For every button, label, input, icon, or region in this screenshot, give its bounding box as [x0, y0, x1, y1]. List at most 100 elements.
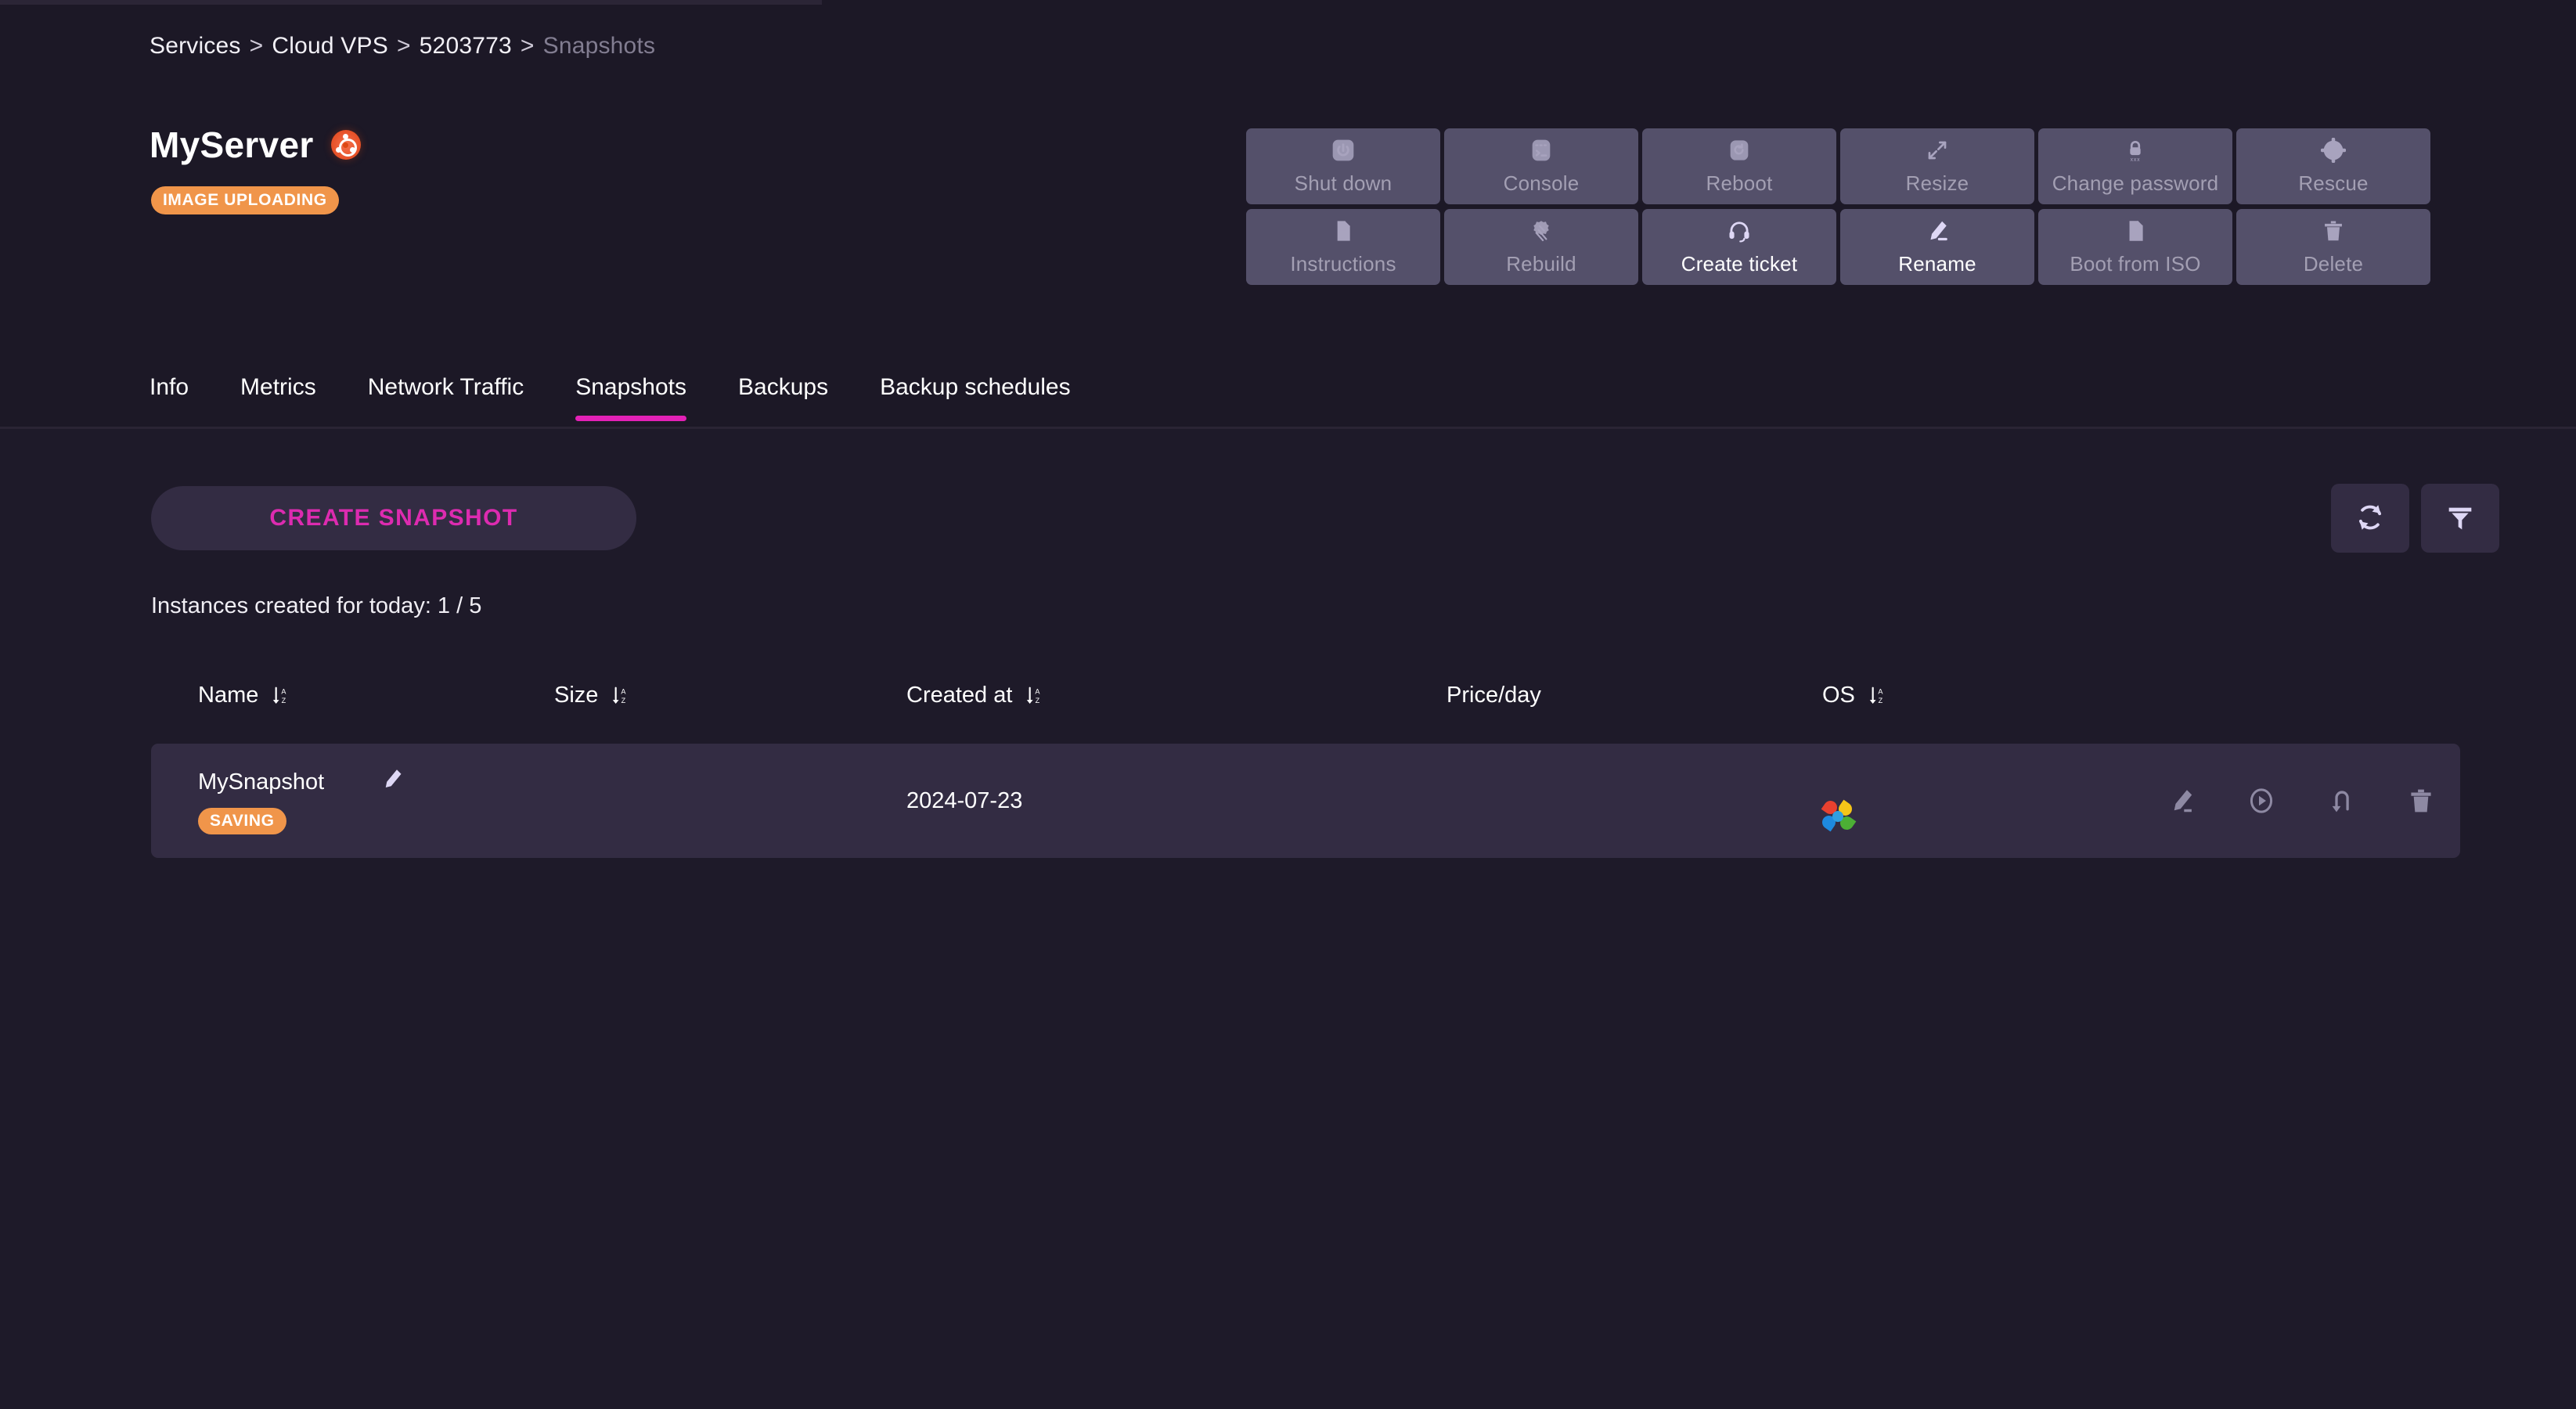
column-label-name: Name [198, 682, 259, 708]
row-actions [2151, 784, 2460, 818]
iso-file-icon: ISO [2123, 218, 2148, 244]
change-password-button[interactable]: xxx Change password [2038, 128, 2232, 204]
table-row[interactable]: MySnapshot SAVING 2024-07-23 [151, 744, 2460, 858]
breadcrumb-separator: > [249, 33, 264, 59]
svg-text:Z: Z [621, 697, 626, 704]
column-header-os[interactable]: OS AZ [1822, 683, 2151, 708]
change-password-label: Change password [2052, 171, 2219, 195]
ubuntu-logo-icon [330, 130, 361, 160]
console-button[interactable]: Console [1444, 128, 1638, 204]
breadcrumb-item-snapshots: Snapshots [542, 33, 656, 59]
svg-text:A: A [1878, 687, 1883, 695]
power-icon [1331, 137, 1356, 164]
trash-icon [2321, 218, 2346, 244]
svg-text:ISO: ISO [2132, 236, 2139, 240]
top-accent-strip [0, 0, 822, 5]
terminal-icon [1529, 137, 1554, 164]
reboot-button[interactable]: Reboot [1642, 128, 1836, 204]
shut-down-button[interactable]: Shut down [1246, 128, 1440, 204]
column-header-price-per-day: Price/day [1447, 683, 1822, 708]
instructions-button[interactable]: Instructions [1246, 209, 1440, 285]
resize-button[interactable]: Resize [1840, 128, 2034, 204]
create-ticket-button[interactable]: Create ticket [1642, 209, 1836, 285]
rescue-label: Rescue [2298, 171, 2369, 195]
breadcrumb-separator: > [520, 33, 535, 59]
breadcrumb-separator: > [396, 33, 411, 59]
column-label-size: Size [554, 682, 599, 708]
page-title: MyServer [150, 124, 361, 166]
server-actions-toolbar: Shut down Console Reboot Resize xxx Chan… [1246, 128, 2430, 285]
svg-text:xxx: xxx [2131, 157, 2141, 163]
table-toolbar [2331, 484, 2499, 553]
table-header-row: Name AZ Size AZ Created at AZ Price/day … [151, 675, 2460, 715]
snapshot-name: MySnapshot [198, 769, 325, 795]
breadcrumb: Services > Cloud VPS > 5203773 > Snapsho… [150, 33, 655, 59]
rebuild-label: Rebuild [1506, 252, 1576, 276]
column-label-price-per-day: Price/day [1447, 682, 1541, 708]
instructions-label: Instructions [1290, 252, 1396, 276]
snapshot-status-badge: SAVING [198, 808, 286, 834]
tab-network-traffic[interactable]: Network Traffic [368, 374, 524, 421]
column-header-created-at[interactable]: Created at AZ [906, 683, 1447, 708]
breadcrumb-item-server-id[interactable]: 5203773 [420, 33, 512, 59]
resize-label: Resize [1905, 171, 1969, 195]
sort-az-icon[interactable]: AZ [609, 685, 629, 705]
snapshots-table: Name AZ Size AZ Created at AZ Price/day … [151, 675, 2460, 858]
svg-text:Z: Z [1036, 697, 1040, 704]
edit-snapshot-icon[interactable] [2164, 784, 2199, 818]
main-content [0, 429, 2576, 1409]
tab-info[interactable]: Info [150, 374, 189, 421]
rescue-button[interactable]: Rescue [2236, 128, 2430, 204]
restore-arrow-icon[interactable] [2324, 784, 2358, 818]
filter-button[interactable] [2421, 484, 2499, 553]
rebuild-button[interactable]: Rebuild [1444, 209, 1638, 285]
restart-icon [1727, 137, 1752, 164]
instances-counter: Instances created for today: 1 / 5 [151, 593, 482, 618]
rename-label: Rename [1898, 252, 1976, 276]
rename-snapshot-icon[interactable] [380, 767, 404, 797]
delete-button[interactable]: Delete [2236, 209, 2430, 285]
svg-text:A: A [621, 687, 627, 695]
rename-button[interactable]: Rename [1840, 209, 2034, 285]
snapshot-created-at: 2024-07-23 [906, 787, 1023, 813]
lifebuoy-icon [2321, 137, 2346, 164]
tab-bar: Info Metrics Network Traffic Snapshots B… [150, 374, 1071, 421]
reboot-label: Reboot [1706, 171, 1773, 195]
expand-icon [1925, 137, 1950, 164]
status-badge: IMAGE UPLOADING [151, 186, 339, 214]
tab-backups[interactable]: Backups [738, 374, 828, 421]
refresh-icon [2353, 500, 2387, 537]
sort-az-icon[interactable]: AZ [1023, 685, 1043, 705]
pencil-icon [1925, 218, 1950, 244]
boot-from-iso-label: Boot from ISO [2070, 252, 2201, 276]
svg-text:A: A [1036, 687, 1041, 695]
headset-icon [1727, 218, 1752, 244]
create-ticket-label: Create ticket [1681, 252, 1798, 276]
svg-text:A: A [282, 687, 287, 695]
boot-from-iso-button[interactable]: ISO Boot from ISO [2038, 209, 2232, 285]
column-label-created-at: Created at [906, 682, 1013, 708]
delete-snapshot-icon[interactable] [2404, 784, 2438, 818]
create-snapshot-button[interactable]: CREATE SNAPSHOT [151, 486, 636, 550]
document-icon [1331, 218, 1356, 244]
tab-metrics[interactable]: Metrics [240, 374, 316, 421]
column-label-os: OS [1822, 682, 1855, 708]
server-name: MyServer [150, 124, 314, 165]
column-header-name[interactable]: Name AZ [198, 683, 554, 708]
column-header-size[interactable]: Size AZ [554, 683, 906, 708]
svg-text:Z: Z [1879, 697, 1883, 704]
refresh-button[interactable] [2331, 484, 2409, 553]
filter-icon [2444, 502, 2476, 535]
sort-az-icon[interactable]: AZ [1866, 685, 1886, 705]
delete-label: Delete [2303, 252, 2364, 276]
breadcrumb-item-services[interactable]: Services [150, 33, 241, 59]
sort-az-icon[interactable]: AZ [269, 685, 290, 705]
tab-backup-schedules[interactable]: Backup schedules [880, 374, 1071, 421]
tab-snapshots[interactable]: Snapshots [575, 374, 686, 421]
breadcrumb-item-cloud-vps[interactable]: Cloud VPS [272, 33, 388, 59]
snapshot-name-cell: MySnapshot SAVING [198, 767, 554, 834]
svg-text:Z: Z [282, 697, 286, 704]
lock-icon: xxx [2123, 137, 2148, 164]
play-circle-icon[interactable] [2244, 784, 2279, 818]
rebuild-icon [1529, 218, 1554, 244]
